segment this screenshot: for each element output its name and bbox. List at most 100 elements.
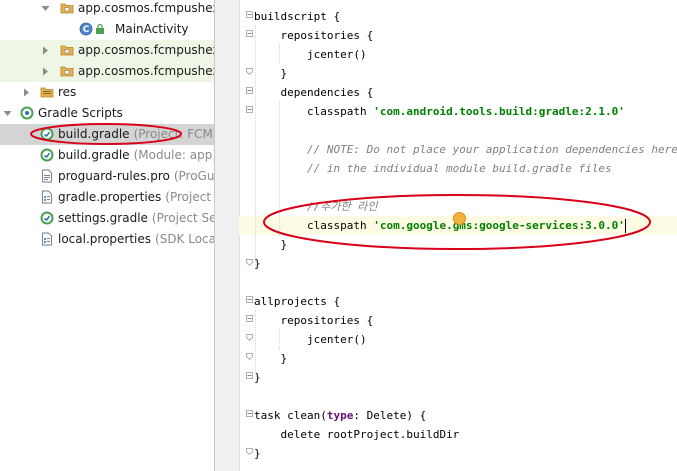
code-line[interactable]: classpath 'com.android.tools.build:gradl… [254, 102, 625, 121]
fold-end-icon[interactable] [246, 353, 253, 360]
tree-item-label: local.properties [58, 232, 152, 246]
tree-item[interactable]: build.gradle(Project: FCMPu [0, 124, 214, 145]
fold-minus-icon[interactable] [246, 106, 253, 113]
code-token: } [280, 238, 288, 251]
indent-guide [279, 44, 280, 64]
code-line[interactable]: // in the individual module build.gradle… [254, 159, 612, 178]
code-editor[interactable]: buildscript { repositories { jcenter() }… [215, 0, 677, 471]
tree-item-text: local.properties(SDK Locatio [58, 232, 214, 246]
fold-minus-icon[interactable] [246, 30, 253, 37]
fold-minus-icon[interactable] [246, 296, 253, 303]
tree-item-label: res [58, 85, 77, 99]
code-line[interactable]: repositories { [254, 26, 374, 45]
gradle-scripts-icon [20, 106, 34, 120]
fold-minus-icon[interactable] [246, 410, 253, 417]
fold-minus-icon[interactable] [246, 315, 253, 322]
code-line[interactable]: } [254, 235, 288, 254]
tree-item-hint: (Project: FCMPu [133, 127, 214, 141]
tree-item[interactable]: app.cosmos.fcmpushexar [0, 61, 214, 82]
tree-item-label: app.cosmos.fcmpushexar [78, 43, 214, 57]
tree-item[interactable]: res [0, 82, 214, 103]
fold-minus-icon[interactable] [246, 87, 253, 94]
tree-item[interactable]: gradle.properties(Project Pro [0, 187, 214, 208]
code-token: type [326, 409, 354, 422]
editor-gutter [215, 0, 239, 471]
svg-text:C: C [83, 25, 90, 35]
code-line[interactable]: } [254, 444, 261, 463]
code-token: // in the individual module build.gradle… [306, 162, 612, 175]
gradle-file-icon [40, 127, 54, 141]
tree-item-label: settings.gradle [58, 211, 148, 225]
code-line[interactable]: allprojects { [254, 292, 340, 311]
fold-minus-icon[interactable] [246, 11, 253, 18]
tree-item-text: build.gradle (Module: app) [58, 148, 214, 162]
code-line[interactable]: task clean(type: Delete) { [254, 406, 426, 425]
tree-item-label: proguard-rules.pro [58, 169, 170, 183]
code-line[interactable]: // NOTE: Do not place your application d… [254, 140, 677, 159]
tree-item[interactable]: settings.gradle(Project Settin [0, 208, 214, 229]
tree-item-text: settings.gradle(Project Settin [58, 211, 214, 225]
project-tree: app.cosmos.fcmpushexar C MainActivity app.c… [0, 0, 214, 471]
lightbulb-icon[interactable] [453, 212, 466, 225]
code-line[interactable]: } [254, 64, 288, 83]
tree-item-label: gradle.properties [58, 190, 162, 204]
code-line[interactable]: jcenter() [254, 330, 367, 349]
tree-item-label: app.cosmos.fcmpushexar [78, 1, 214, 15]
code-token: repositories { [280, 314, 374, 327]
tree-item-hint: (Project Pro [165, 190, 214, 204]
code-token: jcenter() [306, 333, 367, 346]
tree-item[interactable]: C MainActivity [0, 19, 214, 40]
indent-guide [279, 101, 280, 236]
fold-minus-icon[interactable] [246, 372, 253, 379]
code-token: } [254, 447, 261, 460]
tree-item[interactable]: app.cosmos.fcmpushexar [0, 40, 214, 61]
tree-item[interactable]: build.gradle (Module: app) [0, 145, 214, 166]
code-line[interactable]: dependencies { [254, 83, 374, 102]
expand-arrow-down-icon[interactable] [41, 4, 50, 13]
expand-arrow-down-icon[interactable] [3, 109, 12, 118]
tree-item-label: app.cosmos.fcmpushexar [78, 64, 214, 78]
code-line[interactable]: //추가한 라인 [254, 197, 377, 216]
fold-end-icon[interactable] [246, 448, 253, 455]
code-token: repositories { [280, 29, 374, 42]
expand-arrow-right-icon[interactable] [22, 88, 31, 97]
gradle-file-icon [40, 211, 54, 225]
tree-item-label: MainActivity [115, 22, 189, 36]
code-token: // NOTE: Do not place your application d… [306, 143, 677, 156]
access-modifier-icon [95, 23, 105, 38]
gradle-file-icon [40, 148, 54, 162]
expand-arrow-right-icon[interactable] [41, 46, 50, 55]
tree-item[interactable]: local.properties(SDK Locatio [0, 229, 214, 250]
tree-item-hint: (SDK Locatio [155, 232, 214, 246]
fold-end-icon[interactable] [246, 259, 253, 266]
tree-item[interactable]: Gradle Scripts [0, 103, 214, 124]
tree-item-text: app.cosmos.fcmpushexar [78, 64, 214, 78]
tree-item-hint: (Project Settin [151, 211, 214, 225]
code-token: classpath [306, 105, 374, 118]
expand-arrow-right-icon[interactable] [41, 67, 50, 76]
code-line[interactable]: delete rootProject.buildDir [254, 425, 460, 444]
code-line[interactable]: repositories { [254, 311, 374, 330]
code-token: classpath [306, 219, 374, 232]
code-token: } [280, 67, 288, 80]
code-token: buildscript { [254, 10, 341, 23]
class-icon: C [79, 22, 93, 36]
tree-item[interactable]: app.cosmos.fcmpushexar [0, 0, 214, 19]
tree-item-text: Gradle Scripts [38, 106, 123, 120]
code-line[interactable]: } [254, 349, 288, 368]
code-line[interactable]: buildscript { [254, 7, 340, 26]
tree-item-text: res [58, 85, 76, 99]
code-line[interactable]: jcenter() [254, 45, 367, 64]
tree-item[interactable]: proguard-rules.pro(ProGuard [0, 166, 214, 187]
fold-end-icon[interactable] [246, 68, 253, 75]
fold-end-icon[interactable] [246, 334, 253, 341]
